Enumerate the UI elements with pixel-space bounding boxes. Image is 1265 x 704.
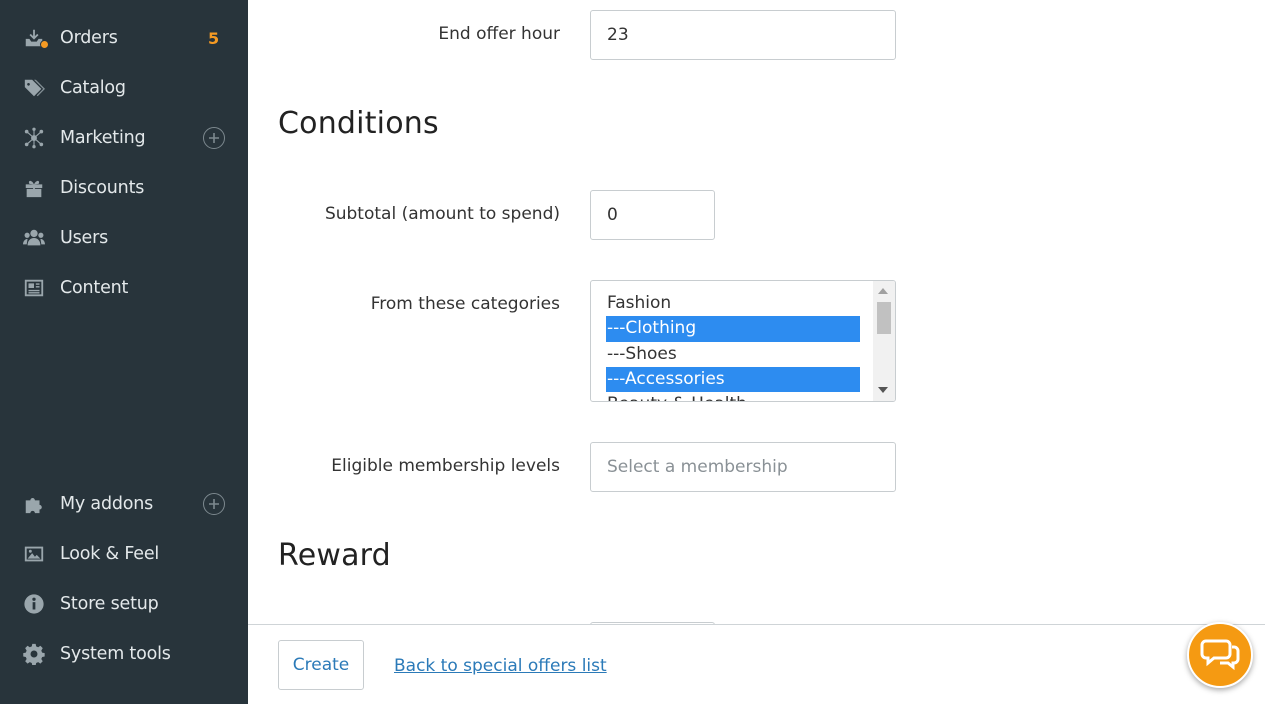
- categories-options: Fashion ---Clothing ---Shoes ---Accessor…: [606, 291, 860, 401]
- puzzle-icon: [22, 492, 46, 516]
- sidebar-item-store-setup[interactable]: Store setup: [0, 579, 248, 629]
- network-icon: [22, 126, 46, 150]
- scroll-thumb[interactable]: [877, 302, 891, 334]
- sidebar-item-discounts[interactable]: Discounts: [0, 163, 248, 213]
- sidebar-item-label: Orders: [60, 28, 118, 48]
- categories-listbox[interactable]: Fashion ---Clothing ---Shoes ---Accessor…: [590, 280, 896, 402]
- sidebar-item-label: Store setup: [60, 594, 159, 614]
- sidebar-item-label: My addons: [60, 494, 154, 514]
- sidebar-item-my-addons[interactable]: My addons: [0, 479, 248, 529]
- sidebar-item-label: Content: [60, 278, 129, 298]
- create-button[interactable]: Create: [278, 640, 364, 690]
- sidebar: Orders 5 Catalog Marketing Discounts Use…: [0, 0, 248, 704]
- category-option[interactable]: ---Shoes: [606, 342, 860, 367]
- sidebar-item-look-feel[interactable]: Look & Feel: [0, 529, 248, 579]
- membership-select[interactable]: Select a membership: [590, 442, 896, 492]
- chat-bubbles-icon: [1200, 633, 1240, 677]
- expand-plus-icon[interactable]: [203, 493, 225, 515]
- end-offer-hour-input[interactable]: 23: [590, 10, 896, 60]
- expand-plus-icon[interactable]: [203, 127, 225, 149]
- gift-icon: [22, 176, 46, 200]
- live-chat-button[interactable]: [1187, 622, 1253, 688]
- back-to-offers-link[interactable]: Back to special offers list: [394, 656, 607, 676]
- sidebar-item-orders[interactable]: Orders 5: [0, 13, 248, 63]
- sidebar-item-label: Users: [60, 228, 109, 248]
- category-option[interactable]: ---Accessories: [606, 366, 860, 393]
- sidebar-item-system-tools[interactable]: System tools: [0, 629, 248, 679]
- form-footer: Create Back to special offers list: [248, 624, 1265, 704]
- sidebar-item-marketing[interactable]: Marketing: [0, 113, 248, 163]
- conditions-heading: Conditions: [278, 106, 439, 141]
- newspaper-icon: [22, 276, 46, 300]
- info-icon: [22, 592, 46, 616]
- end-offer-hour-value: 23: [607, 25, 629, 45]
- notification-dot: [40, 40, 49, 49]
- sidebar-item-catalog[interactable]: Catalog: [0, 63, 248, 113]
- sidebar-item-label: Marketing: [60, 128, 146, 148]
- end-offer-hour-label: End offer hour: [438, 24, 560, 44]
- subtotal-label: Subtotal (amount to spend): [324, 204, 560, 224]
- sidebar-item-label: Look & Feel: [60, 544, 160, 564]
- category-option[interactable]: Beauty & Health: [606, 392, 860, 401]
- orders-count-badge: 5: [208, 28, 220, 48]
- users-icon: [22, 226, 46, 250]
- sidebar-item-label: System tools: [60, 644, 171, 664]
- membership-placeholder: Select a membership: [607, 457, 788, 477]
- sidebar-item-content[interactable]: Content: [0, 263, 248, 313]
- reward-heading: Reward: [278, 538, 391, 573]
- image-icon: [22, 542, 46, 566]
- main-content: End offer hour 23 Conditions Subtotal (a…: [248, 0, 1265, 704]
- subtotal-value: 0: [607, 205, 618, 225]
- category-option[interactable]: Fashion: [606, 291, 860, 316]
- scroll-down-arrow-icon[interactable]: [878, 387, 888, 393]
- listbox-scrollbar[interactable]: [873, 281, 895, 401]
- categories-label: From these categories: [370, 294, 560, 314]
- tag-icon: [22, 76, 46, 100]
- category-option[interactable]: ---Clothing: [606, 316, 860, 342]
- sidebar-item-label: Catalog: [60, 78, 126, 98]
- membership-label: Eligible membership levels: [331, 456, 560, 476]
- scroll-up-arrow-icon[interactable]: [878, 288, 888, 294]
- sidebar-item-label: Discounts: [60, 178, 145, 198]
- subtotal-input[interactable]: 0: [590, 190, 715, 240]
- sidebar-item-users[interactable]: Users: [0, 213, 248, 263]
- gear-icon: [22, 642, 46, 666]
